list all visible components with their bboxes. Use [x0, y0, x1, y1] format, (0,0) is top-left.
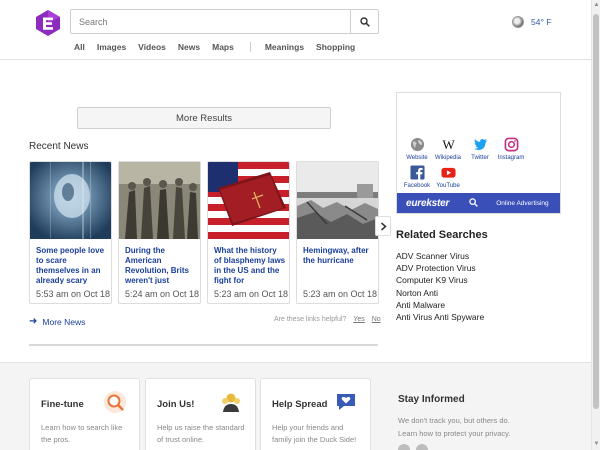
header: All Images Videos News Maps Meanings Sho… [0, 0, 600, 60]
nav-maps[interactable]: Maps [212, 42, 234, 52]
promo-card-join-us[interactable]: Join Us! Help us raise the standard of t… [145, 378, 256, 450]
online-advertising-link[interactable]: Online Advertising [496, 200, 548, 207]
related-search-link[interactable]: Anti Malware [396, 299, 484, 311]
news-card[interactable]: What the history of blasphemy laws in th… [207, 161, 290, 304]
related-searches-list: ADV Scanner Virus ADV Protection Virus C… [396, 250, 484, 323]
promo-text: Help us raise the standard of trust onli… [157, 423, 245, 444]
search-box [70, 9, 379, 34]
news-image [30, 162, 111, 239]
people-icon [222, 393, 240, 412]
section-divider [29, 344, 378, 346]
youtube-icon [440, 167, 456, 178]
related-search-link[interactable]: ADV Protection Virus [396, 262, 484, 274]
arrow-right-icon: ➜ [29, 316, 38, 327]
feedback-yes-link[interactable]: Yes [353, 316, 364, 323]
social-instagram-link[interactable]: Instagram [493, 137, 529, 161]
related-search-link[interactable]: ADV Scanner Virus [396, 250, 484, 262]
globe-icon [410, 137, 424, 152]
nav-all[interactable]: All [74, 42, 85, 52]
social-circle-icon[interactable] [416, 444, 428, 450]
footer-promo-band: Fine-tune Learn how to search like the p… [0, 362, 591, 450]
nav-divider [249, 42, 251, 52]
wikipedia-icon: W [442, 137, 455, 152]
social-label: YouTube [436, 183, 460, 189]
page-scrollbar[interactable]: ▲ ▼ [591, 0, 600, 450]
related-search-link[interactable]: Anti Virus Anti Spyware [396, 311, 484, 323]
weather-temp: 54° F [531, 17, 552, 27]
feedback-prompt: Are these links helpful? Yes No [274, 316, 381, 323]
moon-icon [512, 16, 524, 28]
news-title: Some people love to scare themselves in … [36, 246, 105, 284]
news-image [208, 162, 289, 239]
social-label: Wikipedia [434, 155, 461, 161]
search-icon [469, 198, 479, 207]
social-wikipedia-link[interactable]: W Wikipedia [430, 137, 466, 161]
news-card[interactable]: Hemingway, after the hurricane 5:23 am o… [296, 161, 379, 304]
social-circle-icon[interactable] [398, 444, 410, 450]
more-results-button[interactable]: More Results [77, 107, 331, 129]
search-nav: All Images Videos News Maps Meanings Sho… [74, 40, 367, 54]
scroll-down-arrow-icon[interactable]: ▼ [593, 441, 600, 448]
promo-title: Help Spread [272, 399, 328, 410]
chevron-right-icon [380, 221, 387, 231]
news-card[interactable]: During the American Revolution, Brits we… [118, 161, 201, 304]
news-time: 5:23 am on Oct 18 [303, 289, 378, 299]
related-search-link[interactable]: Norton Anti [396, 287, 484, 299]
svg-text:W: W [442, 137, 455, 152]
news-image [119, 162, 200, 239]
search-input[interactable] [71, 10, 351, 33]
social-youtube-link[interactable]: YouTube [430, 165, 466, 189]
promo-text: Learn how to search like the pros. [41, 423, 123, 444]
social-label: Twitter [471, 155, 489, 161]
weather-widget[interactable]: 54° F [512, 16, 551, 28]
instagram-icon [504, 137, 518, 152]
nav-images[interactable]: Images [97, 42, 126, 52]
nav-videos[interactable]: Videos [138, 42, 166, 52]
eurekster-logo[interactable]: eurekster [406, 198, 449, 209]
stay-social-icons [398, 444, 434, 450]
nav-meanings[interactable]: Meanings [265, 42, 304, 52]
search-button[interactable] [350, 10, 378, 33]
social-links-box: Website W Wikipedia Twitter Instagram Fa… [396, 92, 561, 214]
news-carousel: Some people love to scare themselves in … [29, 161, 379, 304]
search-icon [359, 16, 370, 27]
more-news-label: More News [42, 316, 86, 327]
news-time: 5:23 am on Oct 18 [214, 289, 289, 299]
scroll-up-arrow-icon[interactable]: ▲ [593, 2, 600, 9]
scrollbar-thumb[interactable] [593, 14, 599, 409]
eurekster-search-button[interactable] [469, 194, 479, 212]
social-label: Facebook [403, 183, 431, 189]
promo-card-help-spread[interactable]: Help Spread Help your friends and family… [260, 378, 371, 450]
feedback-no-link[interactable]: No [372, 316, 381, 323]
stay-informed-text: We don't track you, but others do. Learn… [398, 416, 511, 438]
related-searches-title: Related Searches [396, 229, 488, 241]
feedback-question: Are these links helpful? [274, 316, 347, 323]
promo-text: Help your friends and family join the Du… [272, 423, 357, 444]
promo-title: Join Us! [157, 399, 195, 410]
recent-news-title: Recent News [29, 141, 89, 152]
heart-bubble-icon [337, 394, 355, 410]
social-label: Instagram [497, 155, 525, 161]
promo-card-fine-tune[interactable]: Fine-tune Learn how to search like the p… [29, 378, 140, 450]
news-title: What the history of blasphemy laws in th… [214, 246, 286, 284]
news-title: During the American Revolution, Brits we… [125, 246, 190, 284]
news-next-button[interactable] [375, 216, 391, 236]
news-card[interactable]: Some people love to scare themselves in … [29, 161, 112, 304]
news-time: 5:24 am on Oct 18 [125, 289, 200, 299]
social-label: Website [406, 155, 428, 161]
twitter-icon [473, 138, 487, 150]
related-search-link[interactable]: Computer K9 Virus [396, 274, 484, 286]
news-image [297, 162, 378, 239]
promo-title: Fine-tune [41, 399, 84, 410]
eurekster-bar: eurekster Online Advertising [397, 193, 560, 213]
more-news-link[interactable]: ➜ More News [29, 316, 85, 327]
news-time: 5:53 am on Oct 18 [36, 289, 111, 299]
nav-shopping[interactable]: Shopping [316, 42, 355, 52]
news-title: Hemingway, after the hurricane [303, 246, 369, 265]
nav-news[interactable]: News [178, 42, 200, 52]
stay-informed-title: Stay Informed [398, 394, 465, 405]
facebook-icon [409, 165, 425, 180]
magnifier-icon [104, 391, 126, 413]
site-logo-icon[interactable] [34, 9, 62, 37]
